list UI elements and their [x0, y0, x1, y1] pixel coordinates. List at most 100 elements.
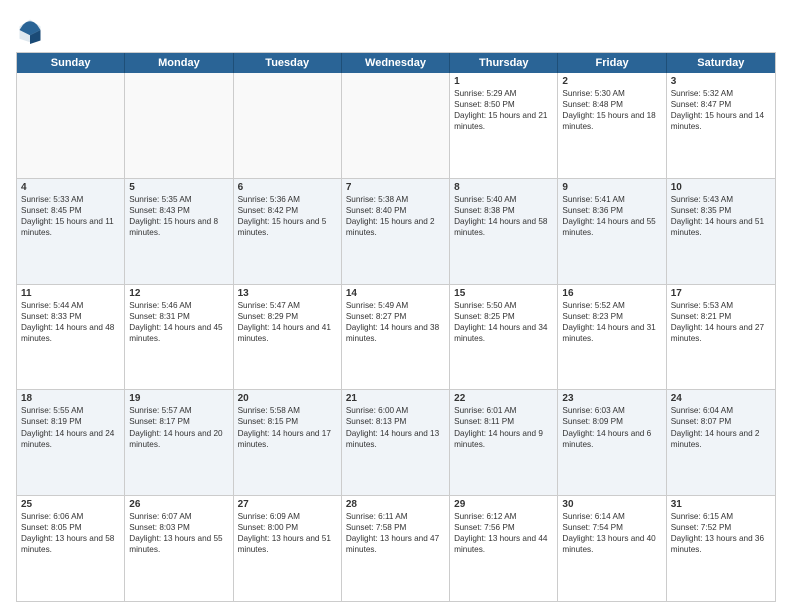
logo-icon [16, 16, 44, 44]
day-number: 22 [454, 393, 553, 404]
day-number: 18 [21, 393, 120, 404]
day-cell-16: 16Sunrise: 5:52 AM Sunset: 8:23 PM Dayli… [558, 285, 666, 390]
day-cell-6: 6Sunrise: 5:36 AM Sunset: 8:42 PM Daylig… [234, 179, 342, 284]
day-number: 7 [346, 182, 445, 193]
calendar-week-5: 25Sunrise: 6:06 AM Sunset: 8:05 PM Dayli… [17, 496, 775, 601]
day-number: 2 [562, 76, 661, 87]
day-details: Sunrise: 5:41 AM Sunset: 8:36 PM Dayligh… [562, 194, 661, 238]
day-number: 23 [562, 393, 661, 404]
page-header [16, 16, 776, 44]
day-details: Sunrise: 5:49 AM Sunset: 8:27 PM Dayligh… [346, 300, 445, 344]
day-cell-28: 28Sunrise: 6:11 AM Sunset: 7:58 PM Dayli… [342, 496, 450, 601]
empty-cell [234, 73, 342, 178]
day-details: Sunrise: 6:15 AM Sunset: 7:52 PM Dayligh… [671, 511, 771, 555]
day-number: 31 [671, 499, 771, 510]
day-details: Sunrise: 5:53 AM Sunset: 8:21 PM Dayligh… [671, 300, 771, 344]
day-cell-20: 20Sunrise: 5:58 AM Sunset: 8:15 PM Dayli… [234, 390, 342, 495]
day-number: 5 [129, 182, 228, 193]
day-cell-25: 25Sunrise: 6:06 AM Sunset: 8:05 PM Dayli… [17, 496, 125, 601]
day-cell-24: 24Sunrise: 6:04 AM Sunset: 8:07 PM Dayli… [667, 390, 775, 495]
empty-cell [17, 73, 125, 178]
day-details: Sunrise: 6:09 AM Sunset: 8:00 PM Dayligh… [238, 511, 337, 555]
day-details: Sunrise: 6:00 AM Sunset: 8:13 PM Dayligh… [346, 405, 445, 449]
day-number: 17 [671, 288, 771, 299]
day-cell-21: 21Sunrise: 6:00 AM Sunset: 8:13 PM Dayli… [342, 390, 450, 495]
calendar-header: SundayMondayTuesdayWednesdayThursdayFrid… [17, 53, 775, 73]
day-cell-1: 1Sunrise: 5:29 AM Sunset: 8:50 PM Daylig… [450, 73, 558, 178]
day-details: Sunrise: 5:57 AM Sunset: 8:17 PM Dayligh… [129, 405, 228, 449]
day-number: 4 [21, 182, 120, 193]
day-cell-8: 8Sunrise: 5:40 AM Sunset: 8:38 PM Daylig… [450, 179, 558, 284]
day-details: Sunrise: 5:40 AM Sunset: 8:38 PM Dayligh… [454, 194, 553, 238]
day-cell-15: 15Sunrise: 5:50 AM Sunset: 8:25 PM Dayli… [450, 285, 558, 390]
calendar-week-4: 18Sunrise: 5:55 AM Sunset: 8:19 PM Dayli… [17, 390, 775, 496]
day-number: 11 [21, 288, 120, 299]
day-number: 13 [238, 288, 337, 299]
day-cell-11: 11Sunrise: 5:44 AM Sunset: 8:33 PM Dayli… [17, 285, 125, 390]
day-cell-29: 29Sunrise: 6:12 AM Sunset: 7:56 PM Dayli… [450, 496, 558, 601]
day-details: Sunrise: 5:36 AM Sunset: 8:42 PM Dayligh… [238, 194, 337, 238]
day-details: Sunrise: 5:44 AM Sunset: 8:33 PM Dayligh… [21, 300, 120, 344]
day-details: Sunrise: 5:30 AM Sunset: 8:48 PM Dayligh… [562, 88, 661, 132]
day-cell-12: 12Sunrise: 5:46 AM Sunset: 8:31 PM Dayli… [125, 285, 233, 390]
day-details: Sunrise: 5:43 AM Sunset: 8:35 PM Dayligh… [671, 194, 771, 238]
day-details: Sunrise: 5:55 AM Sunset: 8:19 PM Dayligh… [21, 405, 120, 449]
day-cell-26: 26Sunrise: 6:07 AM Sunset: 8:03 PM Dayli… [125, 496, 233, 601]
day-number: 9 [562, 182, 661, 193]
day-details: Sunrise: 5:33 AM Sunset: 8:45 PM Dayligh… [21, 194, 120, 238]
day-details: Sunrise: 5:29 AM Sunset: 8:50 PM Dayligh… [454, 88, 553, 132]
day-cell-31: 31Sunrise: 6:15 AM Sunset: 7:52 PM Dayli… [667, 496, 775, 601]
day-details: Sunrise: 5:35 AM Sunset: 8:43 PM Dayligh… [129, 194, 228, 238]
day-header-wednesday: Wednesday [342, 53, 450, 73]
day-number: 25 [21, 499, 120, 510]
day-number: 28 [346, 499, 445, 510]
day-cell-14: 14Sunrise: 5:49 AM Sunset: 8:27 PM Dayli… [342, 285, 450, 390]
day-cell-2: 2Sunrise: 5:30 AM Sunset: 8:48 PM Daylig… [558, 73, 666, 178]
day-number: 15 [454, 288, 553, 299]
day-details: Sunrise: 6:06 AM Sunset: 8:05 PM Dayligh… [21, 511, 120, 555]
day-header-friday: Friday [558, 53, 666, 73]
day-number: 8 [454, 182, 553, 193]
day-details: Sunrise: 6:01 AM Sunset: 8:11 PM Dayligh… [454, 405, 553, 449]
day-cell-19: 19Sunrise: 5:57 AM Sunset: 8:17 PM Dayli… [125, 390, 233, 495]
day-details: Sunrise: 5:38 AM Sunset: 8:40 PM Dayligh… [346, 194, 445, 238]
day-cell-23: 23Sunrise: 6:03 AM Sunset: 8:09 PM Dayli… [558, 390, 666, 495]
day-cell-3: 3Sunrise: 5:32 AM Sunset: 8:47 PM Daylig… [667, 73, 775, 178]
day-cell-17: 17Sunrise: 5:53 AM Sunset: 8:21 PM Dayli… [667, 285, 775, 390]
empty-cell [125, 73, 233, 178]
calendar-body: 1Sunrise: 5:29 AM Sunset: 8:50 PM Daylig… [17, 73, 775, 601]
day-details: Sunrise: 5:50 AM Sunset: 8:25 PM Dayligh… [454, 300, 553, 344]
day-details: Sunrise: 6:12 AM Sunset: 7:56 PM Dayligh… [454, 511, 553, 555]
day-number: 1 [454, 76, 553, 87]
day-details: Sunrise: 6:14 AM Sunset: 7:54 PM Dayligh… [562, 511, 661, 555]
day-number: 29 [454, 499, 553, 510]
day-cell-7: 7Sunrise: 5:38 AM Sunset: 8:40 PM Daylig… [342, 179, 450, 284]
day-number: 20 [238, 393, 337, 404]
day-header-thursday: Thursday [450, 53, 558, 73]
day-details: Sunrise: 6:11 AM Sunset: 7:58 PM Dayligh… [346, 511, 445, 555]
day-details: Sunrise: 5:58 AM Sunset: 8:15 PM Dayligh… [238, 405, 337, 449]
day-header-sunday: Sunday [17, 53, 125, 73]
day-number: 30 [562, 499, 661, 510]
calendar-week-1: 1Sunrise: 5:29 AM Sunset: 8:50 PM Daylig… [17, 73, 775, 179]
day-number: 19 [129, 393, 228, 404]
day-details: Sunrise: 5:52 AM Sunset: 8:23 PM Dayligh… [562, 300, 661, 344]
day-cell-9: 9Sunrise: 5:41 AM Sunset: 8:36 PM Daylig… [558, 179, 666, 284]
day-details: Sunrise: 5:32 AM Sunset: 8:47 PM Dayligh… [671, 88, 771, 132]
day-cell-27: 27Sunrise: 6:09 AM Sunset: 8:00 PM Dayli… [234, 496, 342, 601]
day-details: Sunrise: 5:46 AM Sunset: 8:31 PM Dayligh… [129, 300, 228, 344]
logo [16, 16, 48, 44]
calendar: SundayMondayTuesdayWednesdayThursdayFrid… [16, 52, 776, 602]
day-details: Sunrise: 6:04 AM Sunset: 8:07 PM Dayligh… [671, 405, 771, 449]
day-cell-5: 5Sunrise: 5:35 AM Sunset: 8:43 PM Daylig… [125, 179, 233, 284]
day-number: 21 [346, 393, 445, 404]
day-header-tuesday: Tuesday [234, 53, 342, 73]
day-details: Sunrise: 5:47 AM Sunset: 8:29 PM Dayligh… [238, 300, 337, 344]
day-number: 24 [671, 393, 771, 404]
day-number: 6 [238, 182, 337, 193]
calendar-week-3: 11Sunrise: 5:44 AM Sunset: 8:33 PM Dayli… [17, 285, 775, 391]
day-cell-18: 18Sunrise: 5:55 AM Sunset: 8:19 PM Dayli… [17, 390, 125, 495]
day-number: 3 [671, 76, 771, 87]
day-header-monday: Monday [125, 53, 233, 73]
day-number: 14 [346, 288, 445, 299]
